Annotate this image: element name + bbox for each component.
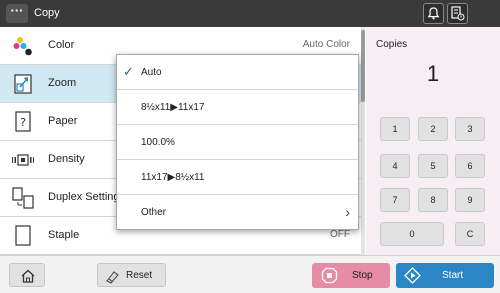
eraser-icon [106,271,119,284]
staple-icon [11,224,35,248]
option-label: 100.0% [141,137,175,148]
home-icon [21,269,35,283]
keypad-key-0[interactable]: 0 [380,222,444,246]
chevron-right-icon: › [345,204,350,220]
row-value: OFF [330,229,350,240]
keypad-key-4[interactable]: 4 [380,154,410,178]
option-label: Other [141,207,167,218]
zoom-option-auto[interactable]: ✓ Auto [117,55,358,90]
zoom-dropdown-menu: ✓ Auto 8½x11▶11x17 100.0% 11x17▶8½x11 Ot… [116,54,359,230]
color-dots-icon [11,34,35,58]
keypad-key-9[interactable]: 9 [455,188,485,212]
checkmark-icon: ✓ [123,64,134,79]
notification-bell-icon[interactable] [423,3,444,24]
paper-icon: ? [11,110,35,134]
zoom-option-100-percent[interactable]: 100.0% [117,125,358,160]
zoom-option-letter-to-ledger[interactable]: 8½x11▶11x17 [117,90,358,125]
row-label: Density [48,153,85,165]
row-label: Color [48,39,75,51]
home-button[interactable] [9,263,45,287]
zoom-icon [11,72,35,96]
keypad-key-6[interactable]: 6 [455,154,485,178]
device-status-icon[interactable] [447,3,468,24]
stop-label: Stop [352,270,373,281]
menu-button[interactable]: ··· [6,4,28,23]
keypad-key-8[interactable]: 8 [418,188,448,212]
zoom-option-other[interactable]: Other › [117,195,358,230]
start-label: Start [442,270,464,281]
copies-label: Copies [376,39,408,50]
duplex-icon [11,186,35,210]
row-label: Staple [48,229,80,241]
option-label: 11x17▶8½x11 [141,172,205,183]
option-label: 8½x11▶11x17 [141,102,205,113]
bottom-bar: Reset Stop Start [0,255,500,293]
density-icon [11,148,35,172]
zoom-option-ledger-to-letter[interactable]: 11x17▶8½x11 [117,160,358,195]
keypad-key-3[interactable]: 3 [455,117,485,141]
stop-button[interactable]: Stop [312,263,390,288]
start-button[interactable]: Start [396,263,494,288]
row-label: Duplex Setting [48,191,120,203]
keypad-key-clear[interactable]: C [455,222,485,246]
reset-button[interactable]: Reset [97,263,166,287]
row-label: Zoom [48,77,77,89]
app-title: Copy [34,7,60,19]
scrollbar-thumb[interactable] [361,30,365,102]
svg-text:?: ? [20,116,26,129]
keypad-key-1[interactable]: 1 [380,117,410,141]
option-label: Auto [141,67,162,78]
stop-icon [321,267,338,284]
top-bar: ··· Copy [0,0,500,27]
keypad-key-2[interactable]: 2 [418,117,448,141]
row-value: Auto Color [302,39,350,50]
row-label: Paper [48,115,78,127]
reset-label: Reset [126,270,153,281]
copies-panel: Copies 1 1 2 3 4 5 6 7 8 9 0 C [366,27,500,255]
keypad-key-5[interactable]: 5 [418,154,448,178]
start-icon [404,267,421,284]
copies-count: 1 [426,61,440,86]
keypad-key-7[interactable]: 7 [380,188,410,212]
